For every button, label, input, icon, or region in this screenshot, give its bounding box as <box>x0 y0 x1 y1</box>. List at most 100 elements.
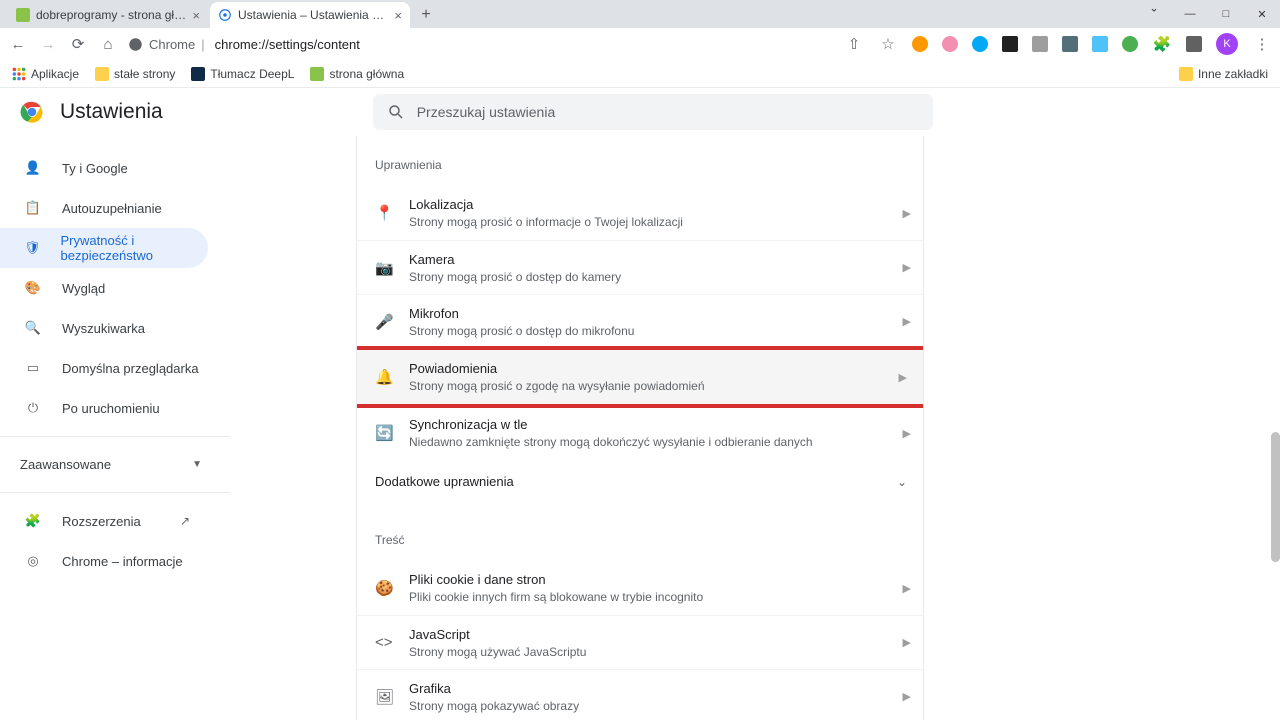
row-images[interactable]: 🖼 GrafikaStrony mogą pokazywać obrazy ▶ <box>357 669 923 720</box>
row-additional-permissions[interactable]: Dodatkowe uprawnienia ⌄ <box>357 460 923 503</box>
extension-icon[interactable] <box>1122 36 1138 52</box>
row-title: Kamera <box>409 252 903 267</box>
extension-icon[interactable] <box>912 36 928 52</box>
mic-icon: 🎤 <box>375 313 409 331</box>
row-title: Synchronizacja w tle <box>409 417 903 432</box>
row-subtitle: Strony mogą prosić o dostęp do kamery <box>409 270 903 284</box>
sidebar-item-startup[interactable]: ⏻Po uruchomieniu <box>0 388 208 428</box>
location-icon: 📍 <box>375 204 409 222</box>
settings-sidebar: 👤Ty i Google 📋Autouzupełnianie 🛡Prywatno… <box>0 144 230 581</box>
back-button[interactable]: ← <box>8 36 28 53</box>
star-icon[interactable]: ☆ <box>878 35 898 53</box>
browser-label: Chrome <box>149 37 195 52</box>
code-icon: <> <box>375 634 409 651</box>
row-microphone[interactable]: 🎤 MikrofonStrony mogą prosić o dostęp do… <box>357 294 923 348</box>
sidebar-item-appearance[interactable]: 🎨 Wygląd <box>0 268 208 308</box>
row-subtitle: Strony mogą prosić o zgodę na wysyłanie … <box>409 379 899 393</box>
bell-icon: 🔔 <box>375 368 409 386</box>
sidebar-item-default[interactable]: ▭ Domyślna przeglądarka <box>0 348 208 388</box>
camera-icon: 📷 <box>375 259 409 277</box>
row-subtitle: Pliki cookie innych firm są blokowane w … <box>409 590 903 604</box>
tab-title: Ustawienia – Ustawienia witryn <box>238 8 390 22</box>
bookmark-other[interactable]: Inne zakładki <box>1179 67 1268 81</box>
sync-icon: 🔄 <box>375 424 409 442</box>
row-notifications[interactable]: 🔔 PowiadomieniaStrony mogą prosić o zgod… <box>356 350 924 404</box>
chevron-down-icon: ⌄ <box>897 475 907 489</box>
sidebar-item-label: Prywatność i bezpieczeństwo <box>61 233 208 263</box>
close-window-button[interactable]: ✕ <box>1244 8 1280 21</box>
bookmark-item[interactable]: stałe strony <box>95 67 175 81</box>
close-icon[interactable]: × <box>192 8 200 23</box>
minimize-button[interactable]: — <box>1172 8 1208 20</box>
bookmark-item[interactable]: strona główna <box>310 67 404 81</box>
bookmark-icon <box>310 67 324 81</box>
cookie-icon: 🍪 <box>375 579 409 597</box>
folder-icon <box>95 67 109 81</box>
row-background-sync[interactable]: 🔄 Synchronizacja w tleNiedawno zamknięte… <box>357 406 923 460</box>
power-icon: ⏻ <box>24 400 42 416</box>
row-location[interactable]: 📍 LokalizacjaStrony mogą prosić o inform… <box>357 186 923 240</box>
section-permissions-label: Uprawnienia <box>357 136 923 186</box>
extensions-puzzle-icon[interactable]: 🧩 <box>1152 35 1172 53</box>
sidebar-item-autofill[interactable]: 📋Autouzupełnianie <box>0 188 208 228</box>
extension-icon[interactable] <box>1032 36 1048 52</box>
sidebar-item-label: Domyślna przeglądarka <box>62 361 199 376</box>
extension-icon[interactable] <box>942 36 958 52</box>
extension-icon[interactable] <box>1092 36 1108 52</box>
tab-dobreprogramy[interactable]: dobreprogramy - strona główna × <box>8 2 208 28</box>
new-tab-button[interactable]: + <box>412 2 440 28</box>
url-text[interactable]: chrome://settings/content <box>215 37 360 52</box>
maximize-button[interactable]: □ <box>1208 8 1244 20</box>
sidebar-item-extensions[interactable]: 🧩Rozszerzenia↗ <box>0 501 208 541</box>
bookmark-item[interactable]: Tłumacz DeepL <box>191 67 294 81</box>
extension-icon[interactable] <box>1062 36 1078 52</box>
row-javascript[interactable]: <> JavaScriptStrony mogą używać JavaScri… <box>357 615 923 669</box>
settings-main: Uprawnienia 📍 LokalizacjaStrony mogą pro… <box>356 136 924 720</box>
tab-settings-active[interactable]: Ustawienia – Ustawienia witryn × <box>210 2 410 28</box>
clipboard-icon: 📋 <box>24 200 42 216</box>
favicon-settings <box>218 8 232 22</box>
sidebar-item-privacy[interactable]: 🛡Prywatność i bezpieczeństwo <box>0 228 208 268</box>
extension-icon[interactable] <box>1186 36 1202 52</box>
palette-icon: 🎨 <box>24 280 42 296</box>
chevron-right-icon: ▶ <box>903 315 911 328</box>
site-info[interactable]: Chrome | <box>128 37 205 52</box>
sidebar-item-about[interactable]: ◎Chrome – informacje <box>0 541 208 581</box>
menu-button[interactable]: ⋮ <box>1252 35 1272 53</box>
row-subtitle: Strony mogą prosić o dostęp do mikrofonu <box>409 324 903 338</box>
home-button[interactable]: ⌂ <box>98 36 118 53</box>
search-icon: 🔍 <box>24 320 42 336</box>
folder-icon <box>1179 67 1193 81</box>
scrollbar-thumb[interactable] <box>1271 432 1280 562</box>
close-icon[interactable]: × <box>394 8 402 23</box>
sidebar-advanced[interactable]: Zaawansowane▼ <box>0 445 230 484</box>
bookmark-label: stałe strony <box>114 67 175 81</box>
chevron-down-icon[interactable]: ⌄ <box>1136 1 1172 14</box>
sidebar-item-label: Rozszerzenia <box>62 514 141 529</box>
chevron-right-icon: ▶ <box>903 261 911 274</box>
forward-button[interactable]: → <box>38 36 58 53</box>
address-bar: ← → ⟳ ⌂ Chrome | chrome://settings/conte… <box>0 28 1280 60</box>
chevron-down-icon: ▼ <box>192 459 202 470</box>
sidebar-item-label: Wygląd <box>62 281 105 296</box>
row-camera[interactable]: 📷 Kamera Strony mogą prosić o dostęp do k… <box>357 240 923 294</box>
sidebar-item-search[interactable]: 🔍Wyszukiwarka <box>0 308 208 348</box>
bookmark-icon <box>191 67 205 81</box>
sidebar-item-you[interactable]: 👤Ty i Google <box>0 148 208 188</box>
extension-icon[interactable] <box>1002 36 1018 52</box>
window-icon: ▭ <box>24 360 42 376</box>
row-title: JavaScript <box>409 627 903 642</box>
search-settings-input[interactable]: Przeszukaj ustawienia <box>373 94 933 130</box>
section-content-label: Treść <box>357 503 923 561</box>
reload-button[interactable]: ⟳ <box>68 35 88 53</box>
favicon-dp <box>16 8 30 22</box>
extension-icon[interactable] <box>972 36 988 52</box>
profile-avatar[interactable]: K <box>1216 33 1238 55</box>
chevron-right-icon: ▶ <box>903 690 911 703</box>
row-title: Pliki cookie i dane stron <box>409 572 903 587</box>
apps-button[interactable]: Aplikacje <box>12 67 79 81</box>
share-icon[interactable]: ⇧ <box>844 35 864 53</box>
highlight-annotation: 🔔 PowiadomieniaStrony mogą prosić o zgod… <box>356 346 924 408</box>
puzzle-icon: 🧩 <box>24 513 42 529</box>
row-cookies[interactable]: 🍪 Pliki cookie i dane stron Pliki cookie … <box>357 561 923 615</box>
